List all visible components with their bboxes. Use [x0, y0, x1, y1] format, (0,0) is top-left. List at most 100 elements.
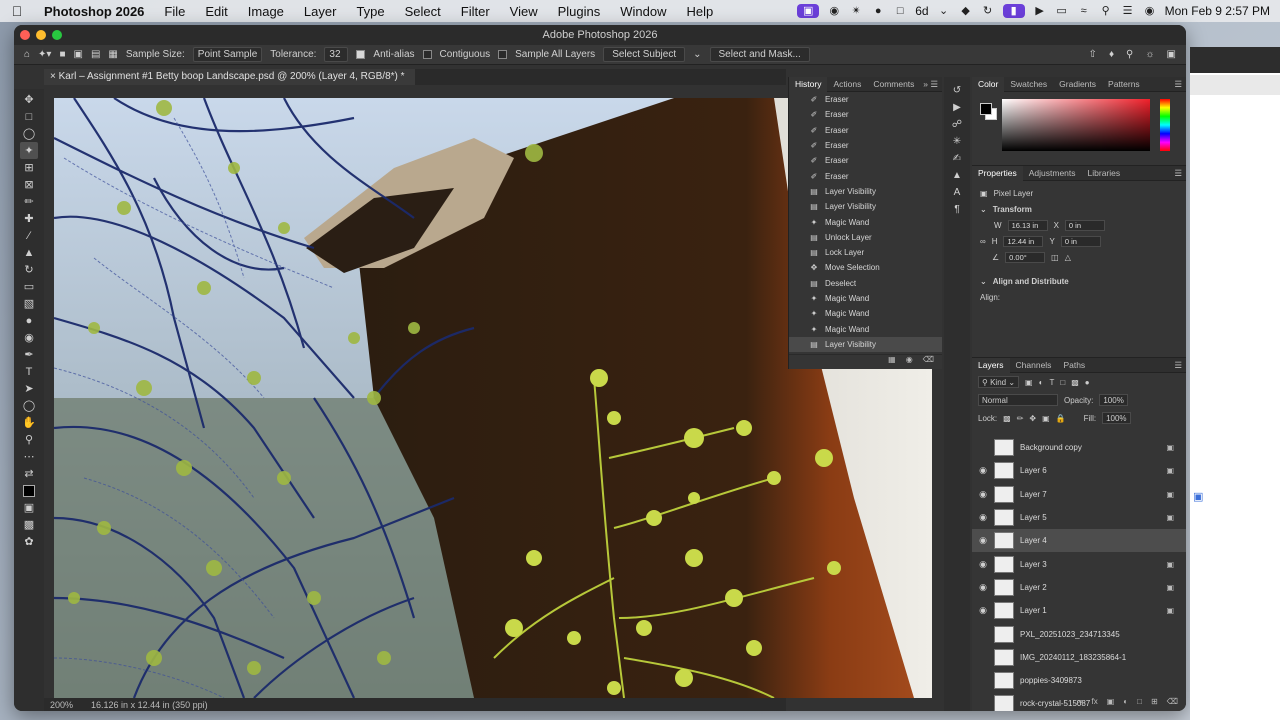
menu-file[interactable]: File	[154, 4, 195, 19]
properties-menu-icon[interactable]: ☰	[1174, 168, 1186, 179]
tab-actions[interactable]: Actions	[827, 79, 867, 89]
x-field[interactable]: 0 in	[1064, 219, 1105, 231]
y-field[interactable]: 0 in	[1060, 235, 1101, 247]
anti-alias-checkbox[interactable]	[356, 50, 366, 59]
align-header[interactable]: ⌄ Align and Distribute	[972, 273, 1186, 289]
filter-kind-select[interactable]: ⚲ Kind ⌄	[978, 376, 1020, 388]
clone-source-icon[interactable]: ▲	[952, 170, 962, 181]
control-center-icon[interactable]: ☰	[1121, 4, 1135, 18]
search-icon[interactable]: ⚲	[1099, 4, 1113, 18]
intersect-selection-icon[interactable]: ▦	[108, 49, 117, 60]
menu-window[interactable]: Window	[610, 4, 676, 19]
menu-select[interactable]: Select	[395, 4, 451, 19]
menu-help[interactable]: Help	[677, 4, 724, 19]
history-panel-icon[interactable]: ↺	[953, 85, 961, 96]
visibility-eye-icon[interactable]: ◉	[972, 465, 994, 476]
history-state[interactable]: ▤ Lock Layer	[789, 245, 942, 260]
eraser-tool-icon[interactable]: ▭	[20, 278, 38, 295]
screen-mode-icon[interactable]: ▩	[20, 516, 38, 533]
history-state[interactable]: ✐ Eraser	[789, 123, 942, 138]
layer-name[interactable]: Layer 4	[1020, 536, 1047, 545]
brush-tool-icon[interactable]: ∕	[20, 227, 38, 244]
control-badge-icon[interactable]: ▮	[1002, 4, 1025, 18]
layers-menu-icon[interactable]: ☰	[1174, 360, 1186, 371]
filter-type-icon[interactable]: T	[1049, 378, 1054, 387]
select-and-mask-button[interactable]: Select and Mask...	[709, 47, 810, 62]
history-state[interactable]: ✦ Magic Wand	[789, 306, 942, 321]
move-tool-icon[interactable]: ✥	[20, 91, 38, 108]
discover-icon[interactable]: ☼	[1145, 49, 1154, 60]
lasso-tool-icon[interactable]: ◯	[20, 125, 38, 142]
comments-panel-icon[interactable]: ☍	[952, 119, 962, 130]
background-window[interactable]	[1190, 47, 1280, 720]
eyedropper-tool-icon[interactable]: ✏	[20, 193, 38, 210]
magic-wand-preset-icon[interactable]: ✦▾	[38, 49, 51, 60]
tools-icon[interactable]: ✴	[849, 4, 863, 18]
delete-layer-icon[interactable]: ⌫	[1167, 697, 1178, 711]
close-button[interactable]	[20, 30, 30, 40]
sample-size-select[interactable]: Point Sample	[192, 47, 263, 62]
type-tool-icon[interactable]: T	[20, 363, 38, 380]
discord-icon[interactable]: ◉	[827, 4, 841, 18]
character-panel-icon[interactable]: A	[954, 187, 961, 198]
layer-name[interactable]: Background copy	[1020, 443, 1082, 452]
foreground-color-swatch[interactable]	[20, 482, 38, 499]
link-layers-icon[interactable]: ∞	[1077, 697, 1083, 711]
quick-mask-icon[interactable]: ▣	[20, 499, 38, 516]
pen-tool-icon[interactable]: ✒	[20, 346, 38, 363]
history-state[interactable]: ▤ Unlock Layer	[789, 230, 942, 245]
generative-icon[interactable]: ✿	[20, 533, 38, 550]
menu-plugins[interactable]: Plugins	[548, 4, 611, 19]
new-selection-icon[interactable]: ■	[59, 49, 65, 60]
color-panel-menu-icon[interactable]: ☰	[1174, 79, 1186, 90]
tab-channels[interactable]: Channels	[1010, 360, 1058, 370]
foreground-color-chip[interactable]	[980, 103, 992, 115]
visibility-eye-icon[interactable]: ◉	[972, 512, 994, 523]
history-state[interactable]: ✐ Eraser	[789, 92, 942, 107]
panel-collapse-icon[interactable]: » ☰	[923, 79, 942, 90]
lock-position-icon[interactable]: ✥	[1029, 414, 1036, 423]
shape-tool-icon[interactable]: ◯	[20, 397, 38, 414]
document-tab[interactable]: × Karl – Assignment #1 Betty boop Landsc…	[44, 69, 415, 85]
filter-smart-icon[interactable]: ▩	[1071, 378, 1079, 387]
time-machine-icon[interactable]: ↻	[981, 4, 995, 18]
tab-comments[interactable]: Comments	[867, 79, 920, 89]
floating-window-icon[interactable]: ▣	[1193, 490, 1207, 503]
menu-filter[interactable]: Filter	[451, 4, 500, 19]
layer-row[interactable]: Background copy ▣	[972, 436, 1186, 459]
workspace-icon[interactable]: ▣	[1167, 49, 1176, 60]
visibility-eye-icon[interactable]: ◉	[972, 559, 994, 570]
close-tab-icon[interactable]: ×	[50, 71, 56, 82]
history-state[interactable]: ✦ Magic Wand	[789, 214, 942, 229]
frame-tool-icon[interactable]: ⊠	[20, 176, 38, 193]
select-subject-dropdown-icon[interactable]: ⌄	[693, 49, 701, 60]
zoom-level[interactable]: 200%	[50, 700, 73, 710]
history-state[interactable]: ▤ Layer Visibility	[789, 199, 942, 214]
snapshot-camera-icon[interactable]: ◉	[906, 355, 913, 368]
dodge-tool-icon[interactable]: ◉	[20, 329, 38, 346]
layer-row[interactable]: ◉ Layer 3 ▣	[972, 552, 1186, 575]
flip-horizontal-icon[interactable]: ◫	[1051, 253, 1059, 262]
opacity-input[interactable]: 100%	[1099, 394, 1128, 406]
layer-row[interactable]: IMG_20240112_183235864-1	[972, 646, 1186, 669]
filter-shape-icon[interactable]: □	[1060, 378, 1065, 387]
history-state[interactable]: ✐ Eraser	[789, 107, 942, 122]
layer-name[interactable]: Layer 3	[1020, 560, 1047, 569]
subtract-selection-icon[interactable]: ▤	[91, 49, 100, 60]
tab-adjustments[interactable]: Adjustments	[1023, 168, 1082, 178]
layer-style-icon[interactable]: fx	[1092, 697, 1098, 711]
color-picker-field[interactable]	[1002, 99, 1150, 151]
creative-cloud-icon[interactable]: ●	[871, 4, 885, 18]
delete-state-icon[interactable]: ⌫	[923, 355, 934, 368]
home-icon[interactable]: ⌂	[24, 49, 30, 60]
lock-artboard-icon[interactable]: ▣	[1042, 414, 1050, 423]
history-state[interactable]: ✦ Magic Wand	[789, 321, 942, 336]
history-state[interactable]: ✦ Magic Wand	[789, 291, 942, 306]
new-document-from-state-icon[interactable]: ▦	[888, 355, 896, 368]
shield-icon[interactable]: ◆	[959, 4, 973, 18]
new-layer-icon[interactable]: ⊞	[1151, 697, 1158, 711]
tab-history[interactable]: History	[789, 76, 828, 92]
search-icon[interactable]: ⚲	[1126, 49, 1133, 60]
select-subject-button[interactable]: Select Subject	[603, 47, 686, 62]
lock-all-icon[interactable]: 🔒	[1056, 414, 1066, 423]
